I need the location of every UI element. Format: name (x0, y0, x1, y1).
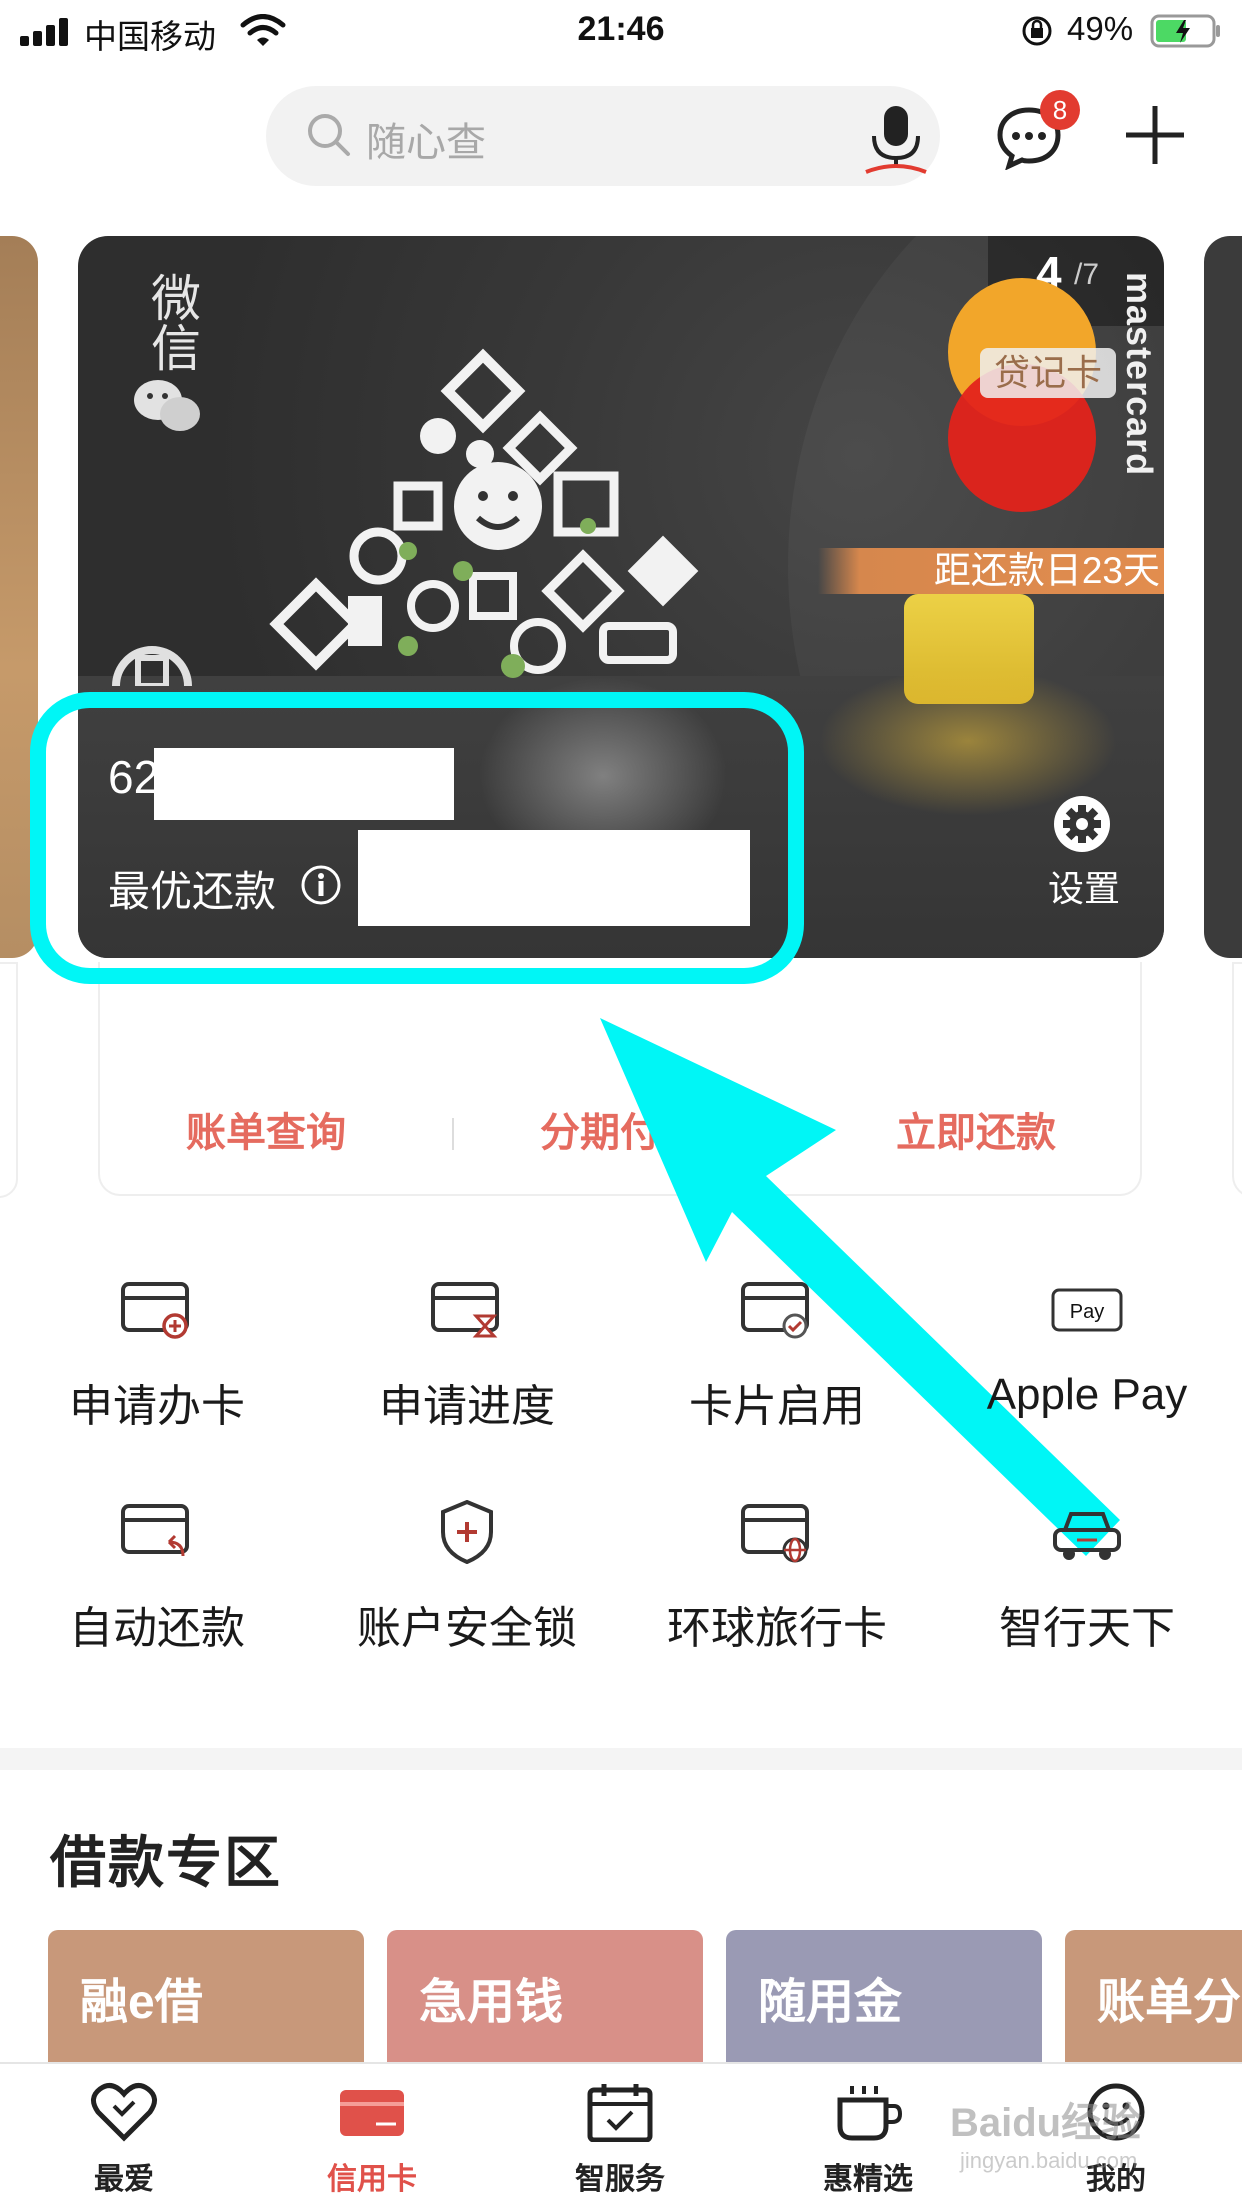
travel-card-item[interactable]: 环球旅行卡 (622, 1500, 932, 1656)
search-icon (308, 114, 350, 156)
settings-button[interactable]: 设置 (1048, 860, 1120, 912)
card-network: mastercard (1119, 272, 1160, 477)
card-auto-return-icon (121, 1504, 189, 1557)
message-count-badge: 8 (1040, 90, 1080, 130)
card-artwork (269, 348, 699, 678)
status-bar: 中国移动 21:46 49% (0, 0, 1242, 62)
apply-card-item[interactable]: 申请办卡 (2, 1278, 312, 1434)
card-activation-item[interactable]: 卡片启用 (622, 1278, 932, 1434)
battery-icon (1150, 14, 1220, 48)
tab-smart-service[interactable]: 智服务 (520, 2082, 720, 2198)
due-date-banner: 距还款日23天 (818, 548, 1164, 594)
search-placeholder: 随心查 (366, 121, 486, 165)
tab-selections[interactable]: 惠精选 (768, 2082, 968, 2198)
orientation-lock-icon (1022, 16, 1052, 46)
loan-card-suiyongjin[interactable]: 随用金 (726, 1930, 1042, 2080)
battery-percent: 49% (1067, 10, 1134, 47)
bank-logo-icon (112, 646, 192, 686)
card-type-badge: 贷记卡 (980, 348, 1117, 398)
smart-travel-item[interactable]: 智行天下 (932, 1500, 1242, 1656)
installment-button[interactable]: 分期付 (540, 1100, 660, 1158)
clock: 21:46 (577, 10, 665, 48)
tab-favorites[interactable]: 最爱 (24, 2082, 224, 2198)
card-check-icon (741, 1282, 809, 1339)
card-add-icon (121, 1282, 189, 1339)
calendar-check-icon (587, 2084, 653, 2142)
auto-repay-item[interactable]: 自动还款 (2, 1500, 312, 1656)
apply-progress-item[interactable]: 申请进度 (312, 1278, 622, 1434)
svg-text:Pay: Pay (1070, 1301, 1104, 1323)
apple-pay-item[interactable]: Pay Apple Pay (932, 1278, 1242, 1420)
bill-query-button[interactable]: 账单查询 (186, 1100, 346, 1158)
tab-credit-card[interactable]: 信用卡 (272, 2082, 472, 2198)
repay-now-button[interactable]: 立即还款 (896, 1100, 1056, 1158)
loan-card-zhangdanfen[interactable]: 账单分 (1065, 1930, 1242, 2080)
watermark-url: jingyan.baidu.com (960, 2148, 1138, 2173)
add-icon[interactable] (1124, 104, 1186, 166)
section-title: 借款专区 (50, 1831, 282, 1894)
microphone-icon[interactable] (860, 102, 932, 176)
loan-card-rongejie[interactable]: 融e借 (48, 1930, 364, 2080)
shield-plus-icon (441, 1500, 493, 1564)
account-lock-item[interactable]: 账户安全锁 (312, 1500, 622, 1656)
watermark: Baidu经验 (950, 2101, 1142, 2145)
heart-icon (91, 2082, 157, 2142)
highlight-box (30, 692, 804, 984)
apple-pay-icon: Pay (1051, 1288, 1123, 1332)
card-globe-icon (741, 1504, 809, 1563)
card-action-strip (98, 962, 1142, 1196)
cup-icon (837, 2086, 902, 2141)
card-brand-text: 微信 (144, 272, 200, 372)
loan-card-jiyongqian[interactable]: 急用钱 (387, 1930, 703, 2080)
wechat-logo-icon (134, 380, 200, 431)
next-card[interactable] (1204, 236, 1242, 958)
gear-icon[interactable] (1052, 794, 1112, 854)
credit-card-icon (340, 2090, 404, 2136)
card-hourglass-icon (431, 1282, 499, 1338)
car-icon (1053, 1512, 1121, 1560)
